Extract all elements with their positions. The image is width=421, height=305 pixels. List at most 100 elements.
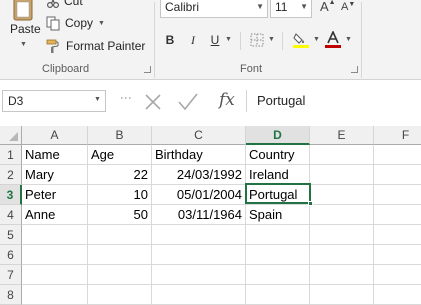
cut-button[interactable]: Cut [46, 0, 83, 11]
cell-a5[interactable] [22, 225, 88, 245]
chevron-down-icon[interactable]: ▼ [300, 2, 308, 11]
row-header-2[interactable]: 2 [0, 165, 22, 185]
chevron-down-icon[interactable]: ▼ [345, 36, 352, 43]
chevron-down-icon[interactable]: ▼ [98, 20, 105, 27]
underline-button[interactable]: U [208, 30, 222, 50]
cell-b3[interactable]: 10 [88, 185, 152, 205]
fill-handle[interactable] [308, 201, 313, 206]
copy-button[interactable]: Copy ▼ [46, 13, 105, 33]
cell-c1[interactable]: Birthday [152, 145, 246, 165]
font-name-combo[interactable]: Calibri ▼ [160, 0, 268, 18]
cell-c2[interactable]: 24/03/1992 [152, 165, 246, 185]
cell-f1[interactable] [374, 145, 421, 165]
cell-e4[interactable] [310, 205, 374, 225]
cell-c3[interactable]: 05/01/2004 [152, 185, 246, 205]
cell-e7[interactable] [310, 265, 374, 285]
cell-a4[interactable]: Anne [22, 205, 88, 225]
triangle-up-icon: ▲ [328, 0, 336, 6]
name-box-value: D3 [8, 94, 24, 108]
cell-b7[interactable] [88, 265, 152, 285]
row-header-6[interactable]: 6 [0, 245, 22, 265]
chevron-down-icon[interactable]: ▼ [94, 96, 101, 103]
row-header-3[interactable]: 3 [0, 185, 22, 205]
column-header-e[interactable]: E [310, 126, 374, 145]
cell-b1[interactable]: Age [88, 145, 152, 165]
cell-f4[interactable] [374, 205, 421, 225]
column-header-c[interactable]: C [152, 126, 246, 145]
font-color-button[interactable] [324, 30, 342, 50]
cell-d8[interactable] [246, 285, 310, 305]
font-color-icon [325, 31, 341, 48]
cell-e3[interactable] [310, 185, 374, 205]
more-handle-icon[interactable]: ⋮ [119, 92, 133, 103]
cell-d5[interactable] [246, 225, 310, 245]
cell-d7[interactable] [246, 265, 310, 285]
paste-button[interactable]: Paste ▼ [2, 0, 44, 52]
cell-b5[interactable] [88, 225, 152, 245]
column-header-a[interactable]: A [22, 126, 88, 145]
cell-d4[interactable]: Spain [246, 205, 310, 225]
cell-e5[interactable] [310, 225, 374, 245]
cell-f5[interactable] [374, 225, 421, 245]
cell-e1[interactable] [310, 145, 374, 165]
chevron-down-icon[interactable]: ▼ [256, 2, 264, 11]
fill-color-button[interactable] [292, 30, 310, 50]
cell-d1[interactable]: Country [246, 145, 310, 165]
select-all-button[interactable] [0, 126, 22, 145]
column-header-f[interactable]: F [374, 126, 421, 145]
cell-b4[interactable]: 50 [88, 205, 152, 225]
italic-button[interactable]: I [186, 30, 200, 50]
chevron-down-icon[interactable]: ▼ [313, 36, 320, 43]
cell-e8[interactable] [310, 285, 374, 305]
cell-d6[interactable] [246, 245, 310, 265]
dialog-launcher-icon[interactable] [351, 66, 358, 73]
cell-f8[interactable] [374, 285, 421, 305]
column-header-b[interactable]: B [88, 126, 152, 145]
row-header-8[interactable]: 8 [0, 285, 22, 305]
insert-function-button[interactable]: fx [219, 90, 235, 110]
cell-c4[interactable]: 03/11/1964 [152, 205, 246, 225]
cell-a7[interactable] [22, 265, 88, 285]
chevron-down-icon[interactable]: ▼ [225, 36, 232, 43]
shrink-font-button[interactable]: A▼ [341, 1, 355, 13]
formula-input[interactable]: Portugal [246, 90, 421, 112]
cell-a1[interactable]: Name [22, 145, 88, 165]
cell-f2[interactable] [374, 165, 421, 185]
cell-f6[interactable] [374, 245, 421, 265]
cell-a2[interactable]: Mary [22, 165, 88, 185]
borders-button[interactable] [249, 30, 265, 50]
column-header-d[interactable]: D [246, 126, 310, 145]
cell-a8[interactable] [22, 285, 88, 305]
cell-f3[interactable] [374, 185, 421, 205]
cell-e6[interactable] [310, 245, 374, 265]
chevron-down-icon[interactable]: ▼ [268, 36, 275, 43]
cancel-icon[interactable] [143, 92, 163, 112]
cell-b8[interactable] [88, 285, 152, 305]
font-size-combo[interactable]: 11 ▼ [270, 0, 312, 18]
row-header-1[interactable]: 1 [0, 145, 22, 165]
copy-label: Copy [65, 16, 94, 30]
row-header-7[interactable]: 7 [0, 265, 22, 285]
row-header-4[interactable]: 4 [0, 205, 22, 225]
cell-c8[interactable] [152, 285, 246, 305]
cell-a3[interactable]: Peter [22, 185, 88, 205]
cell-b2[interactable]: 22 [88, 165, 152, 185]
grow-font-button[interactable]: A▲ [320, 0, 336, 14]
dialog-launcher-icon[interactable] [144, 66, 151, 73]
ribbon-divider [282, 32, 283, 50]
cell-a6[interactable] [22, 245, 88, 265]
cell-c6[interactable] [152, 245, 246, 265]
format-painter-button[interactable]: Format Painter [46, 36, 145, 56]
cell-f7[interactable] [374, 265, 421, 285]
cell-b6[interactable] [88, 245, 152, 265]
cell-c5[interactable] [152, 225, 246, 245]
chevron-down-icon[interactable]: ▼ [20, 41, 27, 48]
cell-e2[interactable] [310, 165, 374, 185]
bold-button[interactable]: B [163, 30, 177, 50]
name-box[interactable]: D3 [2, 90, 106, 112]
cell-d2[interactable]: Ireland [246, 165, 310, 185]
cell-c7[interactable] [152, 265, 246, 285]
enter-check-icon[interactable] [177, 92, 199, 112]
italic-label: I [191, 32, 195, 47]
row-header-5[interactable]: 5 [0, 225, 22, 245]
